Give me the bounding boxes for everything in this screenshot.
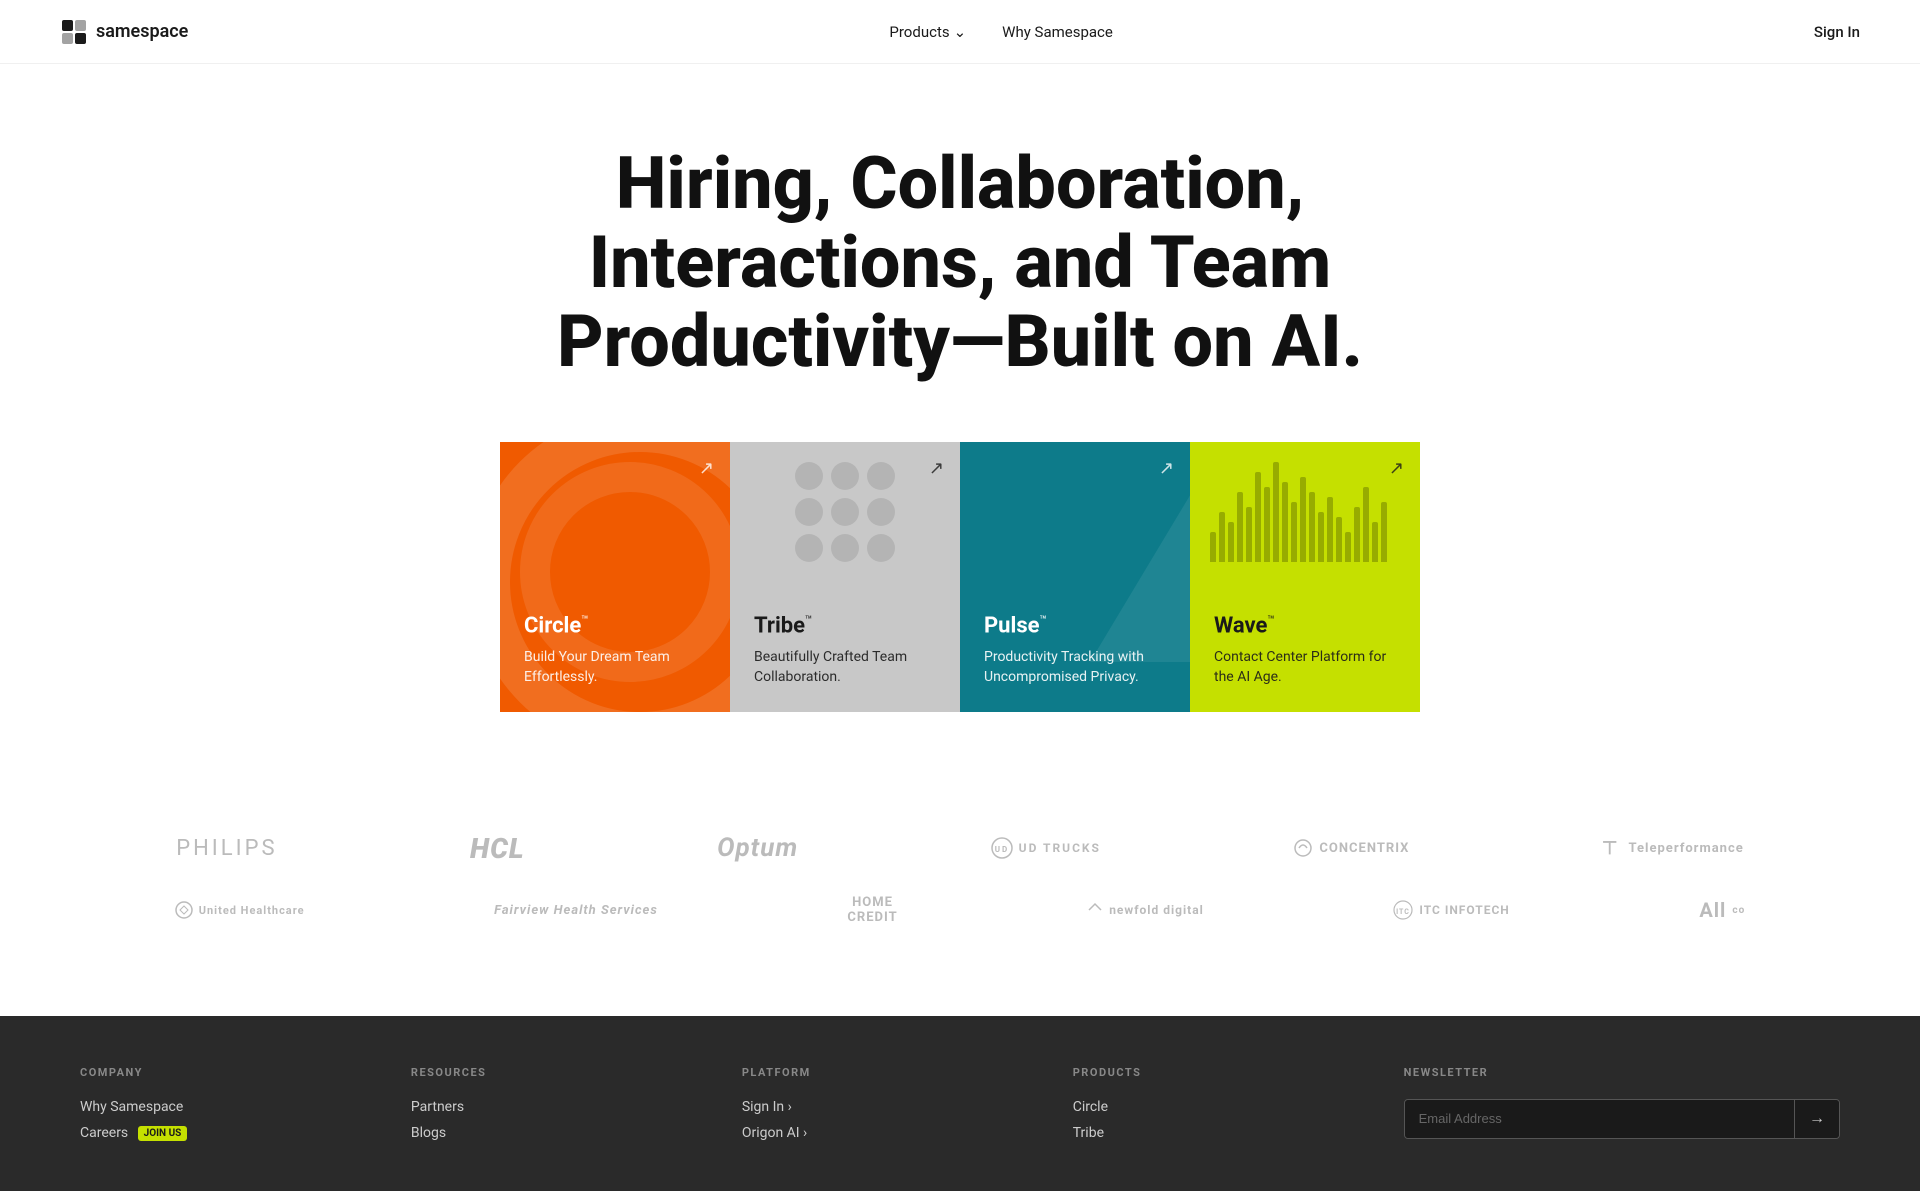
card-arrow-icon: ↗ bbox=[699, 458, 714, 479]
ud-trucks-logo: UD UD TRUCKS bbox=[991, 837, 1101, 859]
logos-row-2: United Healthcare Fairview Health Servic… bbox=[80, 895, 1840, 926]
footer-partners-link[interactable]: Partners bbox=[411, 1099, 702, 1115]
why-samespace-nav-link[interactable]: Why Samespace bbox=[1002, 23, 1113, 41]
footer-products-heading: PRODUCTS bbox=[1073, 1066, 1364, 1079]
tribe-card[interactable]: ↗ Tribe™ Beautifully Crafted Team Collab… bbox=[730, 442, 960, 712]
wave-bars bbox=[1210, 462, 1400, 562]
newsletter-email-input[interactable] bbox=[1405, 1100, 1794, 1138]
optum-logo: Optum bbox=[717, 833, 798, 863]
footer-why-link[interactable]: Why Samespace bbox=[80, 1099, 371, 1115]
wave-card-name: Wave™ bbox=[1214, 613, 1396, 638]
footer-resources: RESOURCES Partners Blogs bbox=[411, 1066, 702, 1151]
hero-section: Hiring, Collaboration, Interactions, and… bbox=[0, 64, 1920, 442]
home-credit-logo: HOMECREDIT bbox=[847, 895, 897, 926]
footer-circle-link[interactable]: Circle bbox=[1073, 1099, 1364, 1115]
footer-platform: PLATFORM Sign In › Origon AI › bbox=[742, 1066, 1033, 1151]
careers-badge: JOIN US bbox=[138, 1126, 188, 1141]
logos-section: PHILIPS HCL Optum UD UD TRUCKS CONCENTRI… bbox=[0, 792, 1920, 1016]
wave-card-desc: Contact Center Platform for the AI Age. bbox=[1214, 648, 1396, 687]
pulse-card-desc: Productivity Tracking with Uncompromised… bbox=[984, 648, 1166, 687]
footer-blogs-link[interactable]: Blogs bbox=[411, 1125, 702, 1141]
logos-row-1: PHILIPS HCL Optum UD UD TRUCKS CONCENTRI… bbox=[80, 832, 1840, 865]
svg-text:ITC: ITC bbox=[1396, 908, 1410, 916]
product-cards-section: ↗ Circle™ Build Your Dream Team Effortle… bbox=[0, 442, 1920, 712]
card-arrow-icon: ↗ bbox=[1159, 458, 1174, 479]
pulse-card-name: Pulse™ bbox=[984, 613, 1166, 638]
newsletter-submit-button[interactable]: → bbox=[1794, 1100, 1839, 1138]
logo-link[interactable]: samespace bbox=[60, 18, 188, 46]
products-label: Products bbox=[889, 23, 949, 41]
circle-card[interactable]: ↗ Circle™ Build Your Dream Team Effortle… bbox=[500, 442, 730, 712]
footer-company-heading: COMPANY bbox=[80, 1066, 371, 1079]
teleperformance-logo: ⊤ Teleperformance bbox=[1602, 838, 1744, 859]
newsletter-form: → bbox=[1404, 1099, 1840, 1139]
circle-card-desc: Build Your Dream Team Effortlessly. bbox=[524, 648, 706, 687]
wave-card[interactable]: ↗ bbox=[1190, 442, 1420, 712]
products-nav-link[interactable]: Products ⌄ bbox=[889, 23, 966, 41]
navigation: samespace Products ⌄ Why Samespace Sign … bbox=[0, 0, 1920, 64]
all-logo: Allco bbox=[1699, 898, 1745, 922]
circle-card-name: Circle™ bbox=[524, 613, 706, 638]
footer-tribe-link[interactable]: Tribe bbox=[1073, 1125, 1364, 1141]
footer-resources-heading: RESOURCES bbox=[411, 1066, 702, 1079]
footer-products: PRODUCTS Circle Tribe bbox=[1073, 1066, 1364, 1151]
footer-newsletter-heading: NEWSLETTER bbox=[1404, 1066, 1840, 1079]
footer-newsletter: NEWSLETTER → bbox=[1404, 1066, 1840, 1151]
philips-logo: PHILIPS bbox=[176, 836, 277, 861]
hcl-logo: HCL bbox=[470, 832, 525, 865]
logo-text: samespace bbox=[96, 21, 188, 42]
footer-platform-heading: PLATFORM bbox=[742, 1066, 1033, 1079]
footer-company: COMPANY Why Samespace Careers JOIN US bbox=[80, 1066, 371, 1151]
tribe-card-name: Tribe™ bbox=[754, 613, 936, 638]
sign-in-nav-link[interactable]: Sign In bbox=[1814, 23, 1860, 41]
newfold-logo: newfold digital bbox=[1087, 902, 1204, 918]
chevron-down-icon: ⌄ bbox=[954, 23, 967, 41]
itc-infotech-logo: ITC ITC INFOTECH bbox=[1393, 900, 1509, 920]
why-label: Why Samespace bbox=[1002, 23, 1113, 41]
tribe-card-desc: Beautifully Crafted Team Collaboration. bbox=[754, 648, 936, 687]
pulse-card[interactable]: ↗ Pulse™ Productivity Tracking with Unco… bbox=[960, 442, 1190, 712]
card-arrow-icon: ↗ bbox=[929, 458, 944, 479]
footer: COMPANY Why Samespace Careers JOIN US RE… bbox=[0, 1016, 1920, 1191]
concentrix-logo: CONCENTRIX bbox=[1293, 838, 1409, 858]
footer-origon-link[interactable]: Origon AI › bbox=[742, 1125, 1033, 1141]
united-healthcare-logo: United Healthcare bbox=[175, 901, 305, 919]
footer-careers-link[interactable]: Careers JOIN US bbox=[80, 1125, 371, 1141]
hero-heading: Hiring, Collaboration, Interactions, and… bbox=[510, 144, 1410, 382]
nav-links: Products ⌄ Why Samespace bbox=[889, 23, 1112, 41]
cards-grid: ↗ Circle™ Build Your Dream Team Effortle… bbox=[480, 442, 1440, 712]
tribe-pattern bbox=[795, 462, 895, 562]
fairview-logo: Fairview Health Services bbox=[494, 903, 658, 918]
footer-signin-link[interactable]: Sign In › bbox=[742, 1099, 1033, 1115]
svg-text:UD: UD bbox=[994, 845, 1008, 854]
